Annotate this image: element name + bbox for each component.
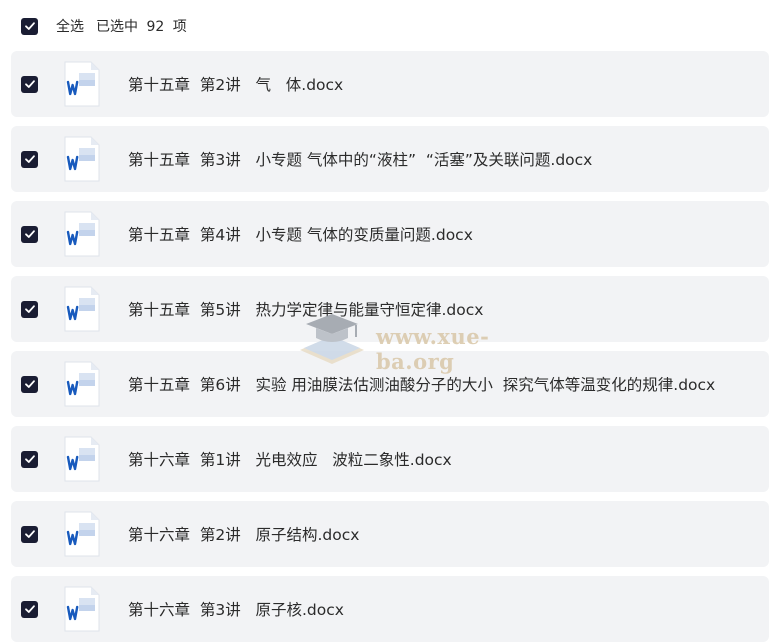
check-icon [24, 22, 35, 30]
file-name[interactable]: 第十五章 第2讲 气 体.docx [128, 73, 343, 95]
word-doc-icon [62, 510, 102, 558]
file-name[interactable]: 第十六章 第3讲 原子核.docx [128, 598, 344, 620]
file-checkbox[interactable] [21, 150, 38, 168]
check-icon [24, 155, 35, 163]
file-checkbox[interactable] [21, 225, 38, 243]
word-doc-icon [62, 210, 102, 258]
file-checkbox[interactable] [21, 375, 38, 393]
select-all-bar: 全选 已选中 92 项 [0, 0, 769, 52]
file-name[interactable]: 第十五章 第3讲 小专题 气体中的“液柱” “活塞”及关联问题.docx [128, 148, 592, 170]
select-all-label: 全选 [56, 19, 84, 35]
file-row[interactable]: 第十五章 第4讲 小专题 气体的变质量问题.docx [11, 201, 769, 267]
word-doc-icon [62, 435, 102, 483]
check-icon [24, 80, 35, 88]
word-doc-icon [62, 360, 102, 408]
file-name[interactable]: 第十六章 第1讲 光电效应 波粒二象性.docx [128, 448, 452, 470]
check-icon [24, 530, 35, 538]
file-row[interactable]: 第十六章 第3讲 原子核.docx [11, 576, 769, 642]
file-checkbox[interactable] [21, 600, 38, 618]
file-row[interactable]: 第十五章 第3讲 小专题 气体中的“液柱” “活塞”及关联问题.docx [11, 126, 769, 192]
file-row[interactable]: 第十五章 第5讲 热力学定律与能量守恒定律.docx [11, 276, 769, 342]
file-checkbox[interactable] [21, 300, 38, 318]
word-doc-icon [62, 60, 102, 108]
select-all-checkbox[interactable] [21, 17, 38, 35]
word-doc-icon [62, 585, 102, 633]
check-icon [24, 380, 35, 388]
check-icon [24, 605, 35, 613]
file-checkbox[interactable] [21, 75, 38, 93]
file-name[interactable]: 第十六章 第2讲 原子结构.docx [128, 523, 359, 545]
word-doc-icon [62, 285, 102, 333]
file-name[interactable]: 第十五章 第5讲 热力学定律与能量守恒定律.docx [128, 298, 483, 320]
file-row[interactable]: 第十五章 第6讲 实验 用油膜法估测油酸分子的大小 探究气体等温变化的规律.do… [11, 351, 769, 417]
file-checkbox[interactable] [21, 525, 38, 543]
word-doc-icon [62, 135, 102, 183]
file-name[interactable]: 第十五章 第4讲 小专题 气体的变质量问题.docx [128, 223, 473, 245]
file-checkbox[interactable] [21, 450, 38, 468]
check-icon [24, 230, 35, 238]
check-icon [24, 305, 35, 313]
file-row[interactable]: 第十六章 第2讲 原子结构.docx [11, 501, 769, 567]
file-row[interactable]: 第十五章 第2讲 气 体.docx [11, 51, 769, 117]
file-row[interactable]: 第十六章 第1讲 光电效应 波粒二象性.docx [11, 426, 769, 492]
file-name[interactable]: 第十五章 第6讲 实验 用油膜法估测油酸分子的大小 探究气体等温变化的规律.do… [128, 373, 715, 395]
selected-count-text: 已选中 92 项 [96, 19, 187, 35]
check-icon [24, 455, 35, 463]
